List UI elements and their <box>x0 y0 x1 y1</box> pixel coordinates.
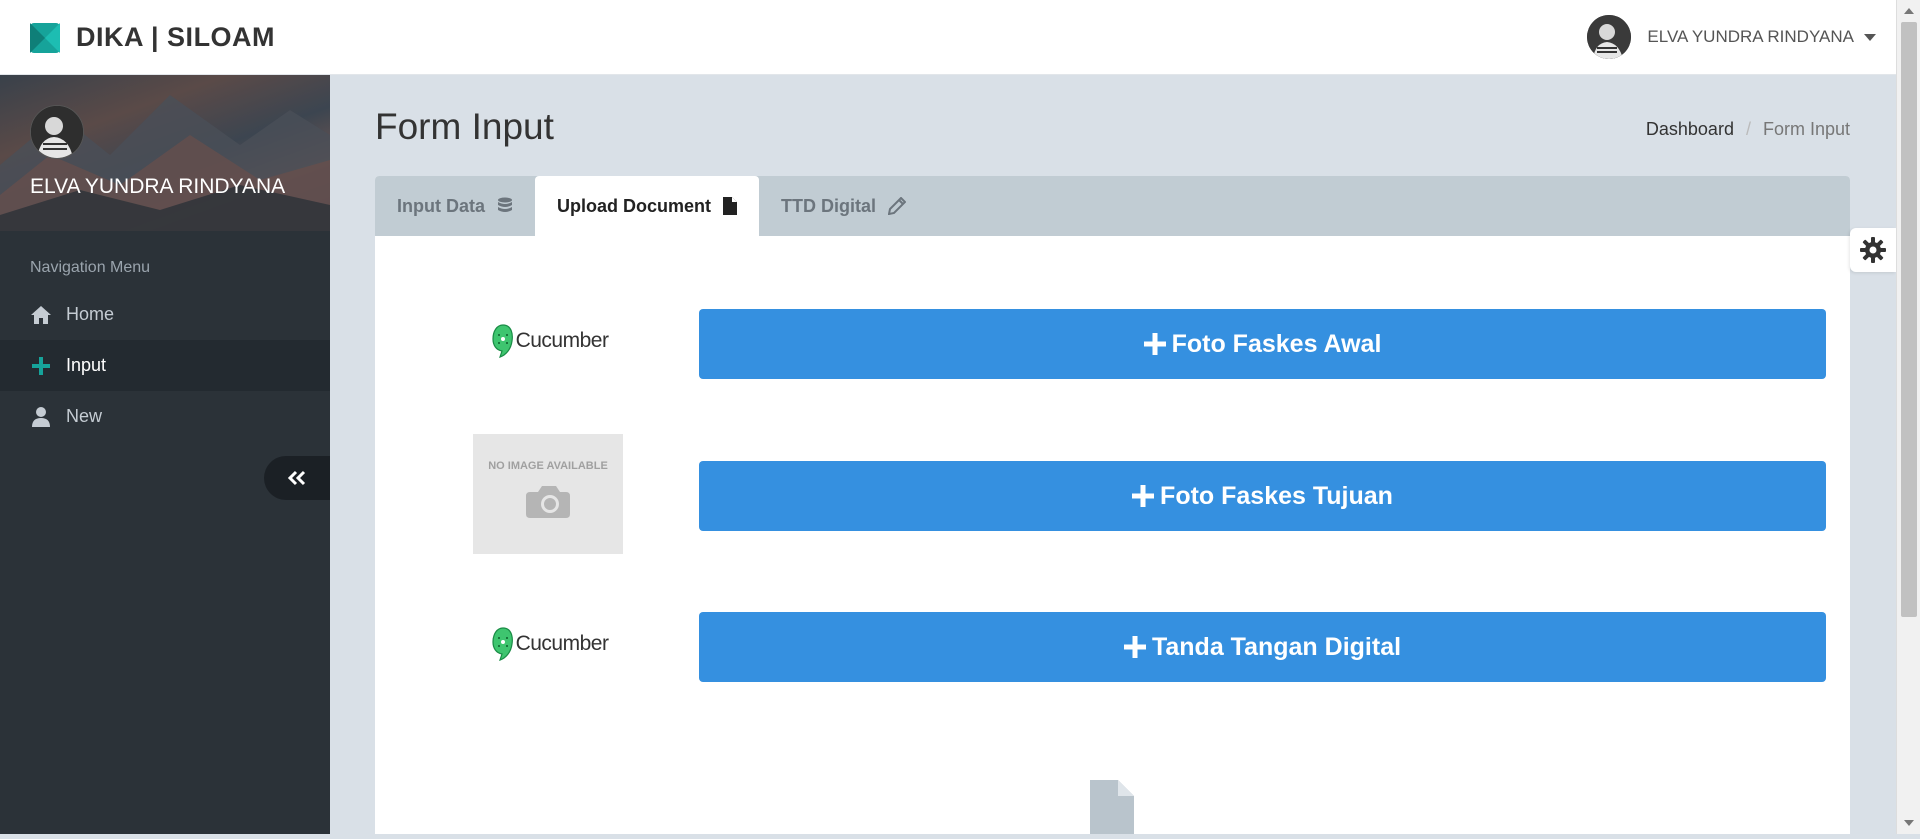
button-label: Foto Faskes Tujuan <box>1160 481 1393 510</box>
plus-icon <box>1132 485 1155 507</box>
chevron-down-icon <box>1864 33 1876 41</box>
settings-button[interactable] <box>1850 228 1896 272</box>
plus-icon <box>1123 636 1146 658</box>
sidebar-profile: ELVA YUNDRA RINDYANA <box>0 75 330 231</box>
cucumber-logo-icon <box>491 627 513 661</box>
page-title: Form Input <box>375 106 554 147</box>
upload-row: Cucumber Foto Faskes Awal <box>375 309 1850 379</box>
add-tanda-tangan-digital-button[interactable]: Tanda Tangan Digital <box>699 612 1826 682</box>
page-scrollbar[interactable] <box>1896 0 1920 834</box>
sidebar-item-new[interactable]: New <box>0 391 330 442</box>
chevrons-left-icon <box>287 470 306 486</box>
user-icon <box>30 406 52 428</box>
sidebar: ELVA YUNDRA RINDYANA Navigation Menu Hom… <box>0 75 330 834</box>
thumb-text: Cucumber <box>515 329 609 352</box>
tab-label: TTD Digital <box>781 195 877 216</box>
tab-upload-document[interactable]: Upload Document <box>535 176 760 236</box>
brand[interactable]: DIKA | SILOAM <box>30 22 275 53</box>
cucumber-logo: Cucumber <box>485 626 615 662</box>
thumb-text: Cucumber <box>515 632 609 655</box>
tab-label: Input Data <box>397 195 485 216</box>
file-icon <box>1090 780 1134 839</box>
brand-name: DIKA | SILOAM <box>76 22 276 52</box>
tab-bar: Input Data Upload Document TTD Digital <box>375 176 1850 236</box>
brand-logo-icon <box>30 22 60 53</box>
sidebar-item-home[interactable]: Home <box>0 289 330 340</box>
tab-input-data[interactable]: Input Data <box>375 176 535 236</box>
upload-row: Cucumber Tanda Tangan Digital <box>375 612 1850 682</box>
tab-label: Upload Document <box>557 195 712 216</box>
user-menu-dropdown[interactable]: ELVA YUNDRA RINDYANA <box>1587 15 1876 59</box>
home-icon <box>30 304 52 326</box>
database-icon <box>497 197 513 215</box>
sidebar-collapse-button[interactable] <box>264 456 330 500</box>
plus-icon <box>1143 333 1166 355</box>
breadcrumb-current: Form Input <box>1762 119 1850 139</box>
breadcrumb-separator: / <box>1745 119 1751 139</box>
add-foto-faskes-tujuan-button[interactable]: Foto Faskes Tujuan <box>699 461 1826 531</box>
button-label: Foto Faskes Awal <box>1171 329 1382 358</box>
avatar <box>1587 15 1632 59</box>
profile-name: ELVA YUNDRA RINDYANA <box>30 175 286 198</box>
plus-icon <box>30 355 52 377</box>
add-foto-faskes-awal-button[interactable]: Foto Faskes Awal <box>699 309 1826 379</box>
gear-icon <box>1860 237 1886 263</box>
top-header: DIKA | SILOAM ELVA YUNDRA RINDYANA <box>0 0 1896 75</box>
cucumber-logo: Cucumber <box>485 323 615 359</box>
file-icon <box>723 197 738 215</box>
cucumber-logo-icon <box>491 324 513 358</box>
nav-menu-header: Navigation Menu <box>30 259 151 276</box>
pencil-icon <box>888 197 907 215</box>
button-label: Tanda Tangan Digital <box>1151 632 1402 661</box>
sidebar-item-label: Input <box>66 355 107 375</box>
profile-avatar <box>30 105 84 159</box>
avatar-icon <box>31 106 83 158</box>
sidebar-item-label: Home <box>66 304 115 324</box>
avatar-icon <box>1587 15 1632 59</box>
form-card: Input Data Upload Document TTD Digital C… <box>375 176 1850 834</box>
scrollbar-thumb[interactable] <box>1901 22 1917 617</box>
scroll-down-arrow-icon[interactable] <box>1904 820 1914 826</box>
upload-row: Foto Faskes Tujuan <box>375 461 1850 531</box>
sidebar-item-input[interactable]: Input <box>0 340 330 391</box>
breadcrumb-dashboard-link[interactable]: Dashboard <box>1646 119 1734 140</box>
tab-ttd-digital[interactable]: TTD Digital <box>759 176 928 236</box>
sidebar-item-label: New <box>66 406 103 426</box>
header-user-name: ELVA YUNDRA RINDYANA <box>1647 27 1854 46</box>
scroll-up-arrow-icon[interactable] <box>1904 8 1914 14</box>
breadcrumb: Dashboard / Form Input <box>1646 119 1850 140</box>
